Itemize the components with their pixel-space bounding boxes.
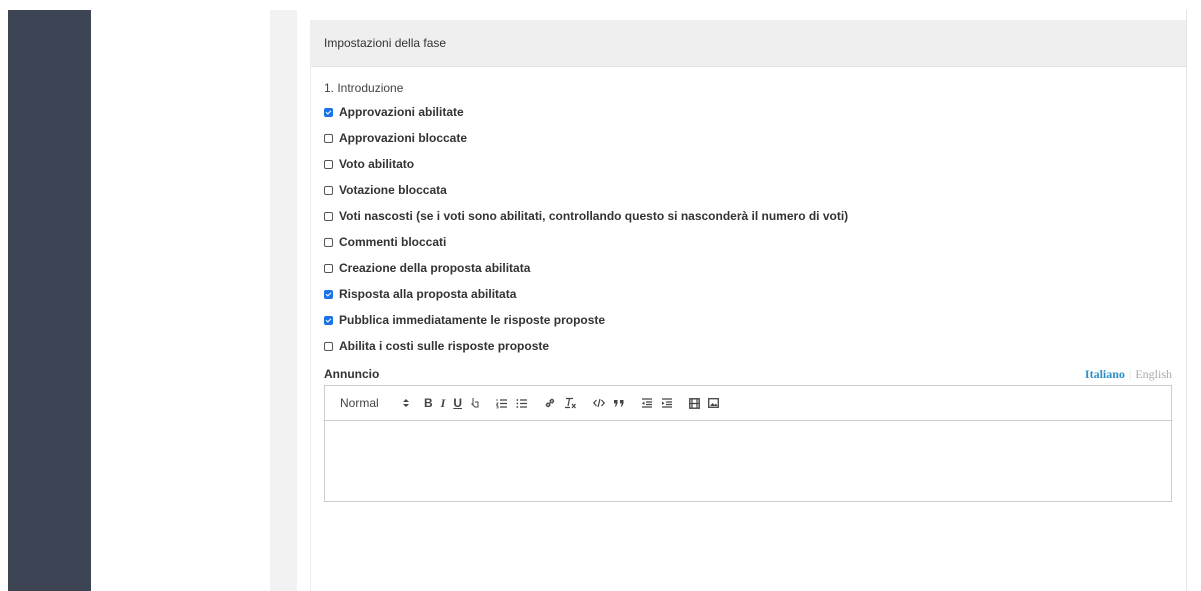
announcement-label: Annuncio <box>324 367 380 381</box>
content-gutter <box>270 10 297 591</box>
option-label: Approvazioni bloccate <box>339 131 468 145</box>
indent-icon[interactable] <box>661 394 673 412</box>
checkbox[interactable] <box>324 185 333 195</box>
lang-italian-link[interactable]: Italiano <box>1085 367 1125 381</box>
panel-body: 1. Introduzione Approvazioni abilitate A… <box>311 67 1186 502</box>
checkbox[interactable] <box>324 107 333 117</box>
announcement-header: Annuncio Italiano | English <box>324 366 1172 382</box>
option-enable-costs[interactable]: Abilita i costi sulle risposte proposte <box>324 328 1172 364</box>
bullet-list-icon[interactable] <box>516 394 528 412</box>
editor-content-area[interactable] <box>325 421 1171 501</box>
option-label: Approvazioni abilitate <box>339 105 464 119</box>
option-label: Creazione della proposta abilitata <box>339 261 531 275</box>
option-label: Pubblica immediatamente le risposte prop… <box>339 313 606 327</box>
blockquote-icon[interactable] <box>613 394 625 412</box>
option-label: Voti nascosti (se i voti sono abilitati,… <box>339 209 849 223</box>
checkbox[interactable] <box>324 159 333 169</box>
checkbox[interactable] <box>324 133 333 143</box>
option-label: Abilita i costi sulle risposte proposte <box>339 339 550 353</box>
step-label: 1. Introduzione <box>324 81 404 95</box>
outdent-icon[interactable] <box>641 394 653 412</box>
option-label: Commenti bloccati <box>339 235 447 249</box>
checkbox[interactable] <box>324 263 333 273</box>
bold-button[interactable]: B <box>424 394 433 412</box>
link-icon[interactable] <box>544 394 556 412</box>
panel-header: Impostazioni della fase <box>311 20 1186 67</box>
options-list: Approvazioni abilitate Approvazioni bloc… <box>324 94 1172 364</box>
strike-hand-icon[interactable] <box>470 394 480 412</box>
clear-format-icon[interactable] <box>564 394 577 412</box>
rich-text-editor: Normal B I U <box>324 385 1172 502</box>
option-label: Votazione bloccata <box>339 183 447 197</box>
heading-select-value: Normal <box>340 396 379 410</box>
checkbox[interactable] <box>324 341 333 351</box>
editor-toolbar: Normal B I U <box>325 386 1171 421</box>
checkbox[interactable] <box>324 211 333 221</box>
right-divider <box>1186 10 1187 591</box>
ordered-list-icon[interactable] <box>496 394 508 412</box>
lang-english-link[interactable]: English <box>1135 367 1172 381</box>
italic-button[interactable]: I <box>441 394 446 412</box>
video-icon[interactable] <box>689 394 700 412</box>
sidebar <box>8 10 91 591</box>
underline-button[interactable]: U <box>453 394 462 412</box>
phase-settings-panel: Impostazioni della fase 1. Introduzione … <box>310 20 1186 591</box>
checkbox[interactable] <box>324 315 333 325</box>
checkbox[interactable] <box>324 289 333 299</box>
image-icon[interactable] <box>708 394 719 412</box>
code-icon[interactable] <box>593 394 606 412</box>
checkbox[interactable] <box>324 237 333 247</box>
option-label: Voto abilitato <box>339 157 415 171</box>
heading-select[interactable]: Normal <box>340 394 410 412</box>
panel-title: Impostazioni della fase <box>324 36 447 50</box>
language-switcher: Italiano | English <box>1085 367 1172 382</box>
select-arrows-icon <box>402 398 410 408</box>
lang-separator: | <box>1128 366 1132 381</box>
option-label: Risposta alla proposta abilitata <box>339 287 517 301</box>
